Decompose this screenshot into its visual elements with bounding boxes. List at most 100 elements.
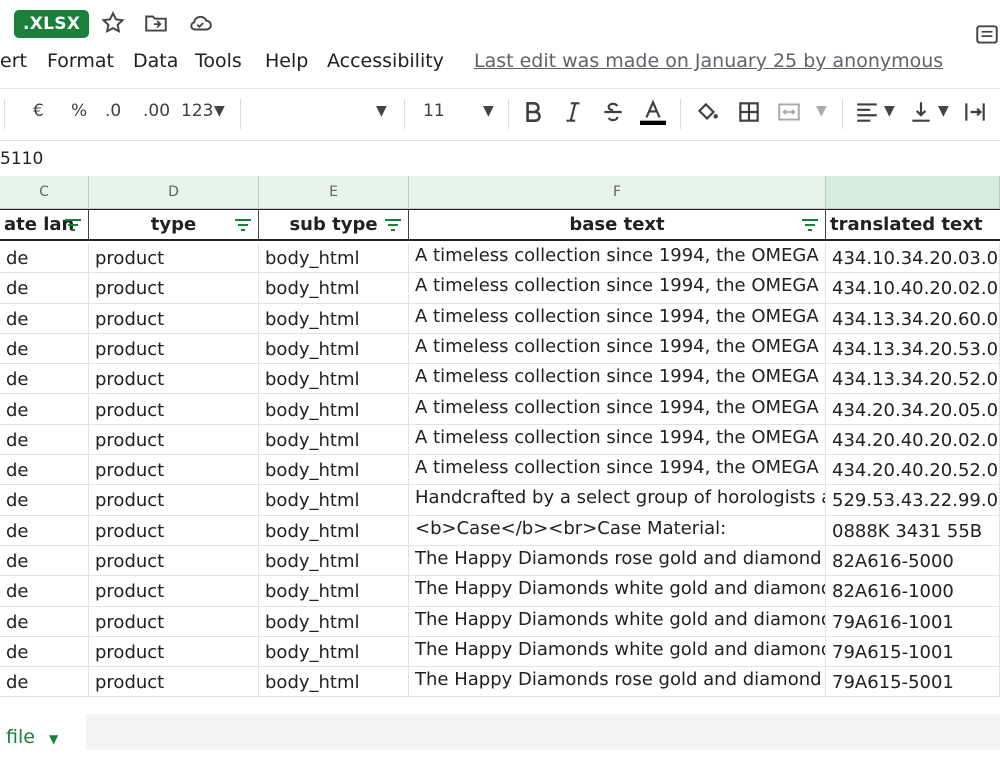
cell-translated-text[interactable]: 82A616-1000 [826, 576, 1000, 607]
header-sub-type[interactable]: sub type [259, 209, 409, 241]
align-chevron-icon[interactable]: ▼ [884, 103, 895, 119]
increase-decimal-button[interactable]: .00 [143, 101, 170, 121]
text-wrap-icon[interactable] [962, 99, 988, 125]
cell-base-text[interactable]: The Happy Diamonds rose gold and diamond [409, 667, 826, 698]
cell-translated-text[interactable]: 434.20.34.20.05.00 [826, 394, 1000, 425]
cell-language[interactable]: de [0, 364, 89, 395]
cell-type[interactable]: product [89, 546, 259, 576]
cell-sub-type[interactable]: body_html [259, 364, 409, 395]
cell-type[interactable]: product [89, 333, 259, 364]
cell-sub-type[interactable]: body_html [259, 394, 409, 425]
table-row[interactable]: de product body_html The Happy Diamonds whi… [0, 606, 1000, 637]
menu-format[interactable]: Format [47, 50, 114, 72]
cell-sub-type[interactable]: body_html [259, 485, 409, 516]
italic-icon[interactable] [560, 99, 586, 125]
cell-sub-type[interactable]: body_html [259, 455, 409, 486]
cell-sub-type[interactable]: body_html [259, 576, 409, 607]
cell-sub-type[interactable]: body_html [259, 333, 409, 364]
vertical-align-icon[interactable] [908, 99, 934, 125]
column-header-c[interactable]: C [0, 176, 89, 209]
cell-language[interactable]: de [0, 546, 89, 576]
cell-base-text[interactable]: A timeless collection since 1994, the OM… [409, 424, 826, 455]
file-type-badge[interactable]: .XLSX [14, 10, 90, 38]
cell-translated-text[interactable]: 434.10.40.20.02.00 [826, 273, 1000, 304]
spreadsheet-grid[interactable]: C D E F ate lan type sub type base text … [0, 176, 1000, 698]
column-header-e[interactable]: E [259, 176, 409, 209]
table-row[interactable]: de product body_html The Happy Diamonds whi… [0, 576, 1000, 607]
cell-translated-text[interactable]: 434.20.40.20.52.00 [826, 455, 1000, 486]
cell-translated-text[interactable]: 434.13.34.20.53.00 [826, 333, 1000, 364]
header-translated-text[interactable]: translated text [826, 209, 1000, 241]
cell-language[interactable]: de [0, 485, 89, 516]
cell-base-text[interactable]: A timeless collection since 1994, the OM… [409, 394, 826, 425]
cell-type[interactable]: product [89, 273, 259, 304]
cell-translated-text[interactable]: 434.13.34.20.52.00 [826, 364, 1000, 395]
move-folder-icon[interactable] [143, 10, 169, 36]
cell-language[interactable]: de [0, 455, 89, 486]
cell-translated-text[interactable]: 434.13.34.20.60.00 [826, 303, 1000, 334]
cell-base-text[interactable]: <b>Case</b><br>Case Material: [409, 515, 826, 546]
header-type[interactable]: type [89, 209, 259, 241]
cell-base-text[interactable]: The Happy Diamonds white gold and diamon… [409, 576, 826, 607]
percent-button[interactable]: % [71, 101, 87, 121]
star-icon[interactable] [100, 10, 126, 36]
cell-type[interactable]: product [89, 667, 259, 698]
table-row[interactable]: de product body_html The Happy Diamonds ros… [0, 667, 1000, 698]
cell-language[interactable]: de [0, 667, 89, 698]
decrease-decimal-button[interactable]: .0 [105, 101, 121, 121]
cell-base-text[interactable]: The Happy Diamonds white gold and diamon… [409, 606, 826, 637]
cell-sub-type[interactable]: body_html [259, 273, 409, 304]
table-row[interactable]: de product body_html A timeless collection … [0, 424, 1000, 456]
table-row[interactable]: de product body_html A timeless collection … [0, 364, 1000, 395]
table-row[interactable]: de product body_html A timeless collection … [0, 273, 1000, 304]
table-row[interactable]: de product body_html A timeless collection … [0, 243, 1000, 274]
cell-type[interactable]: product [89, 243, 259, 273]
cell-language[interactable]: de [0, 515, 89, 546]
cell-sub-type[interactable]: body_html [259, 243, 409, 273]
menu-accessibility[interactable]: Accessibility [327, 50, 444, 72]
header-target-language[interactable]: ate lan [0, 209, 89, 241]
cell-translated-text[interactable]: 434.10.34.20.03.00 [826, 243, 1000, 273]
filter-icon[interactable] [64, 217, 82, 233]
cell-type[interactable]: product [89, 485, 259, 516]
cell-translated-text[interactable]: 0888K 3431 55B [826, 515, 1000, 546]
cell-translated-text[interactable]: 79A616-1001 [826, 606, 1000, 637]
cell-type[interactable]: product [89, 424, 259, 455]
font-size-field[interactable]: 11 [423, 101, 445, 121]
font-size-chevron-icon[interactable]: ▼ [483, 103, 494, 119]
cell-base-text[interactable]: The Happy Diamonds white gold and diamon… [409, 636, 826, 667]
table-row[interactable]: de product body_html Handcrafted by a selec… [0, 485, 1000, 516]
cell-sub-type[interactable]: body_html [259, 515, 409, 546]
cell-language[interactable]: de [0, 394, 89, 425]
cell-base-text[interactable]: The Happy Diamonds rose gold and diamond [409, 546, 826, 576]
cell-translated-text[interactable]: 79A615-5001 [826, 667, 1000, 698]
cell-language[interactable]: de [0, 333, 89, 364]
last-edit-link[interactable]: Last edit was made on January 25 by anon… [474, 50, 943, 72]
cell-sub-type[interactable]: body_html [259, 667, 409, 698]
cell-language[interactable]: de [0, 424, 89, 455]
cell-type[interactable]: product [89, 303, 259, 334]
bold-icon[interactable] [520, 99, 546, 125]
table-row[interactable]: de product body_html <b>Case</b><br>Case Ma… [0, 515, 1000, 546]
column-header-d[interactable]: D [89, 176, 259, 209]
borders-icon[interactable] [736, 99, 762, 125]
cell-base-text[interactable]: A timeless collection since 1994, the OM… [409, 364, 826, 395]
cell-sub-type[interactable]: body_html [259, 303, 409, 334]
formula-bar[interactable]: 5110 [0, 140, 1000, 176]
fill-color-icon[interactable] [694, 99, 720, 125]
cloud-saved-icon[interactable] [187, 10, 213, 36]
cell-language[interactable]: de [0, 636, 89, 667]
horizontal-align-icon[interactable] [854, 99, 880, 125]
cell-base-text[interactable]: Handcrafted by a select group of horolog… [409, 485, 826, 516]
cell-base-text[interactable]: A timeless collection since 1994, the OM… [409, 333, 826, 364]
font-family-chevron-icon[interactable]: ▼ [376, 103, 387, 119]
header-base-text[interactable]: base text [409, 209, 826, 241]
column-header-g[interactable] [826, 176, 1000, 209]
table-row[interactable]: de product body_html The Happy Diamonds whi… [0, 636, 1000, 668]
cell-translated-text[interactable]: 82A616-5000 [826, 546, 1000, 576]
chevron-down-icon[interactable]: ▼ [49, 732, 58, 746]
cell-sub-type[interactable]: body_html [259, 606, 409, 637]
table-row[interactable]: de product body_html The Happy Diamonds ros… [0, 546, 1000, 577]
menu-data[interactable]: Data [133, 50, 178, 72]
cell-type[interactable]: product [89, 394, 259, 425]
